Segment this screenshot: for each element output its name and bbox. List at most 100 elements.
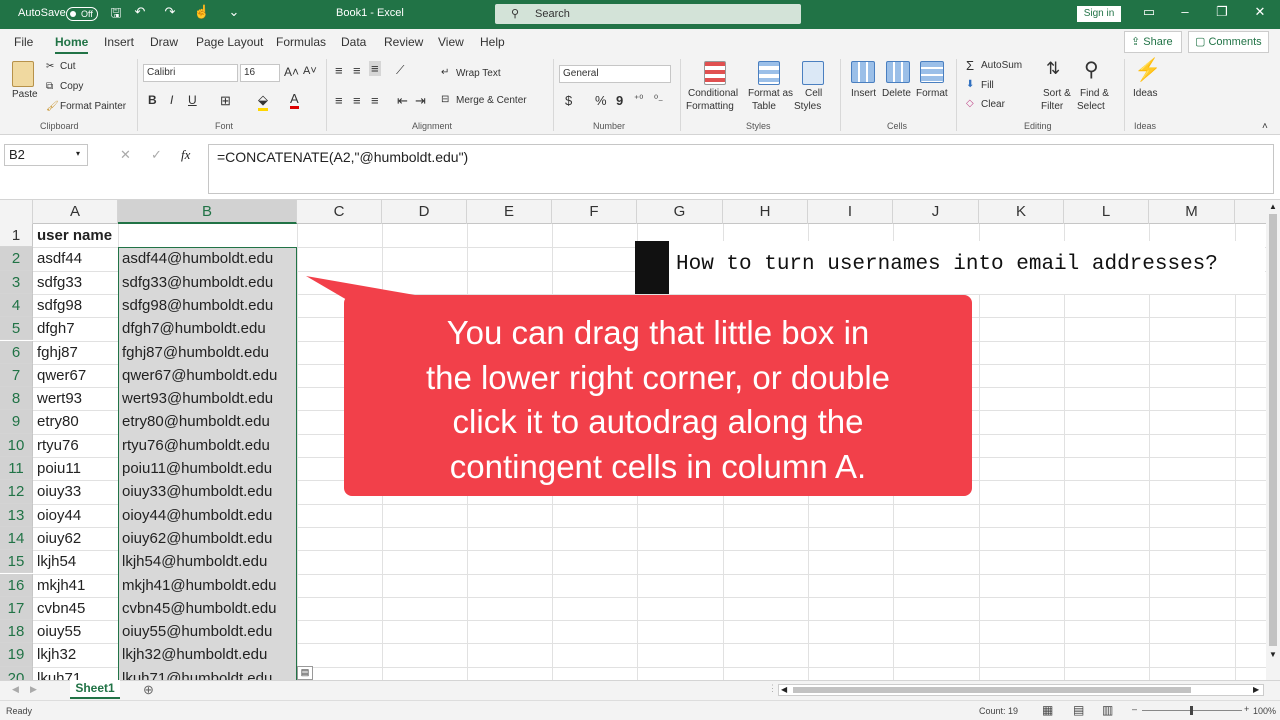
email-cell[interactable]: oioy44@humboldt.edu (122, 507, 272, 524)
email-cell[interactable]: etry80@humboldt.edu (122, 413, 270, 430)
insert-cells-icon[interactable] (851, 61, 875, 83)
insert-cells-label[interactable]: Insert (851, 88, 876, 99)
email-cell[interactable]: lkjh32@humboldt.edu (122, 646, 267, 663)
column-header[interactable]: D (382, 200, 467, 224)
percent-button[interactable]: % (595, 93, 607, 108)
email-cell[interactable]: oiuy33@humboldt.edu (122, 483, 272, 500)
row-header[interactable]: 6 (0, 340, 33, 364)
increase-indent-icon[interactable]: ⇥ (415, 93, 426, 109)
zoom-out-icon[interactable]: – (1132, 704, 1137, 714)
paste-label[interactable]: Paste (12, 89, 38, 100)
zoom-in-icon[interactable]: + (1244, 704, 1249, 714)
vertical-scrollbar[interactable]: ▲ ▼ (1266, 200, 1280, 680)
conditional-formatting-label-2[interactable]: Formatting (686, 101, 734, 112)
enter-icon[interactable]: ✓ (151, 147, 162, 163)
cell-styles-icon[interactable] (802, 61, 824, 85)
ribbon-display-icon[interactable]: ▭ (1139, 4, 1159, 20)
row-header[interactable]: 7 (0, 363, 33, 388)
scroll-down-icon[interactable]: ▼ (1269, 650, 1277, 659)
format-painter-label[interactable]: Format Painter (60, 101, 126, 112)
email-cell[interactable]: qwer67@humboldt.edu (122, 367, 277, 384)
row-header[interactable]: 18 (0, 620, 33, 644)
wrap-text-label[interactable]: Wrap Text (456, 68, 501, 79)
format-painter-icon[interactable]: 🖌 (46, 101, 59, 112)
fill-label[interactable]: Fill (981, 80, 994, 91)
row-header[interactable]: 19 (0, 643, 33, 667)
tab-draw[interactable]: Draw (150, 35, 178, 49)
font-color-icon[interactable]: A (290, 91, 299, 109)
add-sheet-icon[interactable]: ⊕ (143, 682, 154, 698)
row-header[interactable]: 5 (0, 317, 33, 341)
search-input[interactable]: ⚲ Search (495, 4, 801, 24)
column-header[interactable]: C (297, 200, 382, 224)
email-cell[interactable]: oiuy55@humboldt.edu (122, 623, 272, 640)
email-cell[interactable]: asdf44@humboldt.edu (122, 250, 273, 267)
column-header[interactable]: E (467, 200, 552, 224)
fill-color-icon[interactable]: ⬙ (258, 92, 268, 111)
name-box-dropdown-icon[interactable]: ▾ (76, 149, 80, 158)
align-middle-icon[interactable]: ≡ (353, 63, 361, 78)
row-header[interactable]: 14 (0, 526, 33, 551)
align-center-icon[interactable]: ≡ (353, 93, 361, 108)
tab-help[interactable]: Help (480, 35, 505, 49)
save-icon[interactable]: 🖫 (106, 4, 126, 26)
conditional-formatting-label-1[interactable]: Conditional (688, 88, 738, 99)
format-as-table-label-1[interactable]: Format as (748, 88, 793, 99)
email-cell[interactable]: lkuh71@humboldt.edu (122, 670, 272, 680)
email-cell[interactable]: lkjh54@humboldt.edu (122, 553, 267, 570)
username-cell[interactable]: qwer67 (37, 367, 86, 384)
email-cell[interactable]: sdfg33@humboldt.edu (122, 274, 273, 291)
format-as-table-label-2[interactable]: Table (752, 101, 776, 112)
column-header[interactable]: J (893, 200, 979, 224)
row-header[interactable]: 20 (0, 666, 33, 680)
touch-mode-icon[interactable]: ☝ (192, 4, 212, 20)
paste-icon[interactable] (12, 61, 34, 87)
row-header[interactable]: 9 (0, 410, 33, 434)
undo-icon[interactable]: ↶ (130, 4, 150, 20)
find-select-label-2[interactable]: Select (1077, 101, 1105, 112)
zoom-slider-thumb[interactable] (1190, 706, 1193, 715)
normal-view-icon[interactable]: ▦ (1042, 703, 1053, 717)
column-header[interactable]: G (637, 200, 723, 224)
cell-styles-label-2[interactable]: Styles (794, 101, 821, 112)
close-icon[interactable]: ✕ (1250, 4, 1270, 20)
sheet-tab-sheet1[interactable]: Sheet1 (70, 680, 120, 699)
page-break-view-icon[interactable]: ▥ (1102, 703, 1113, 717)
align-right-icon[interactable]: ≡ (371, 93, 379, 108)
username-cell[interactable]: wert93 (37, 390, 82, 407)
tab-home[interactable]: Home (55, 35, 89, 54)
zoom-level[interactable]: 100% (1253, 706, 1276, 716)
cell-styles-label-1[interactable]: Cell (805, 88, 822, 99)
underline-button[interactable]: U (188, 93, 197, 107)
column-header[interactable]: K (979, 200, 1064, 224)
wrap-text-icon[interactable]: ↵ (441, 67, 449, 78)
conditional-formatting-icon[interactable] (704, 61, 726, 85)
email-cell[interactable]: oiuy62@humboldt.edu (122, 530, 272, 547)
tab-formulas[interactable]: Formulas (276, 35, 326, 49)
row-header[interactable]: 8 (0, 387, 33, 411)
username-cell[interactable]: etry80 (37, 413, 79, 430)
username-cell[interactable]: cvbn45 (37, 600, 85, 617)
merge-icon[interactable]: ⊟ (441, 94, 449, 105)
prev-sheet-icon[interactable]: ◀ (12, 684, 19, 695)
row-header[interactable]: 3 (0, 270, 33, 294)
email-cell[interactable]: rtyu76@humboldt.edu (122, 437, 270, 454)
ideas-label[interactable]: Ideas (1133, 88, 1157, 99)
sign-in-button[interactable]: Sign in (1077, 6, 1121, 22)
horizontal-scrollbar[interactable]: ◀ ▶ (778, 684, 1264, 696)
tab-insert[interactable]: Insert (104, 35, 134, 49)
autosave-toggle[interactable]: Off (66, 7, 98, 21)
column-header[interactable]: L (1064, 200, 1149, 224)
currency-button[interactable]: $ (565, 93, 572, 108)
email-cell[interactable]: cvbn45@humboldt.edu (122, 600, 277, 617)
column-header[interactable]: F (552, 200, 637, 224)
comma-button[interactable]: 9 (616, 93, 623, 108)
copy-label[interactable]: Copy (60, 81, 83, 92)
column-header[interactable]: H (723, 200, 808, 224)
username-cell[interactable]: sdfg98 (37, 297, 82, 314)
column-header[interactable]: I (808, 200, 893, 224)
select-all-corner[interactable] (0, 200, 33, 224)
delete-cells-label[interactable]: Delete (882, 88, 911, 99)
username-cell[interactable]: dfgh7 (37, 320, 75, 337)
format-cells-label[interactable]: Format (916, 88, 948, 99)
